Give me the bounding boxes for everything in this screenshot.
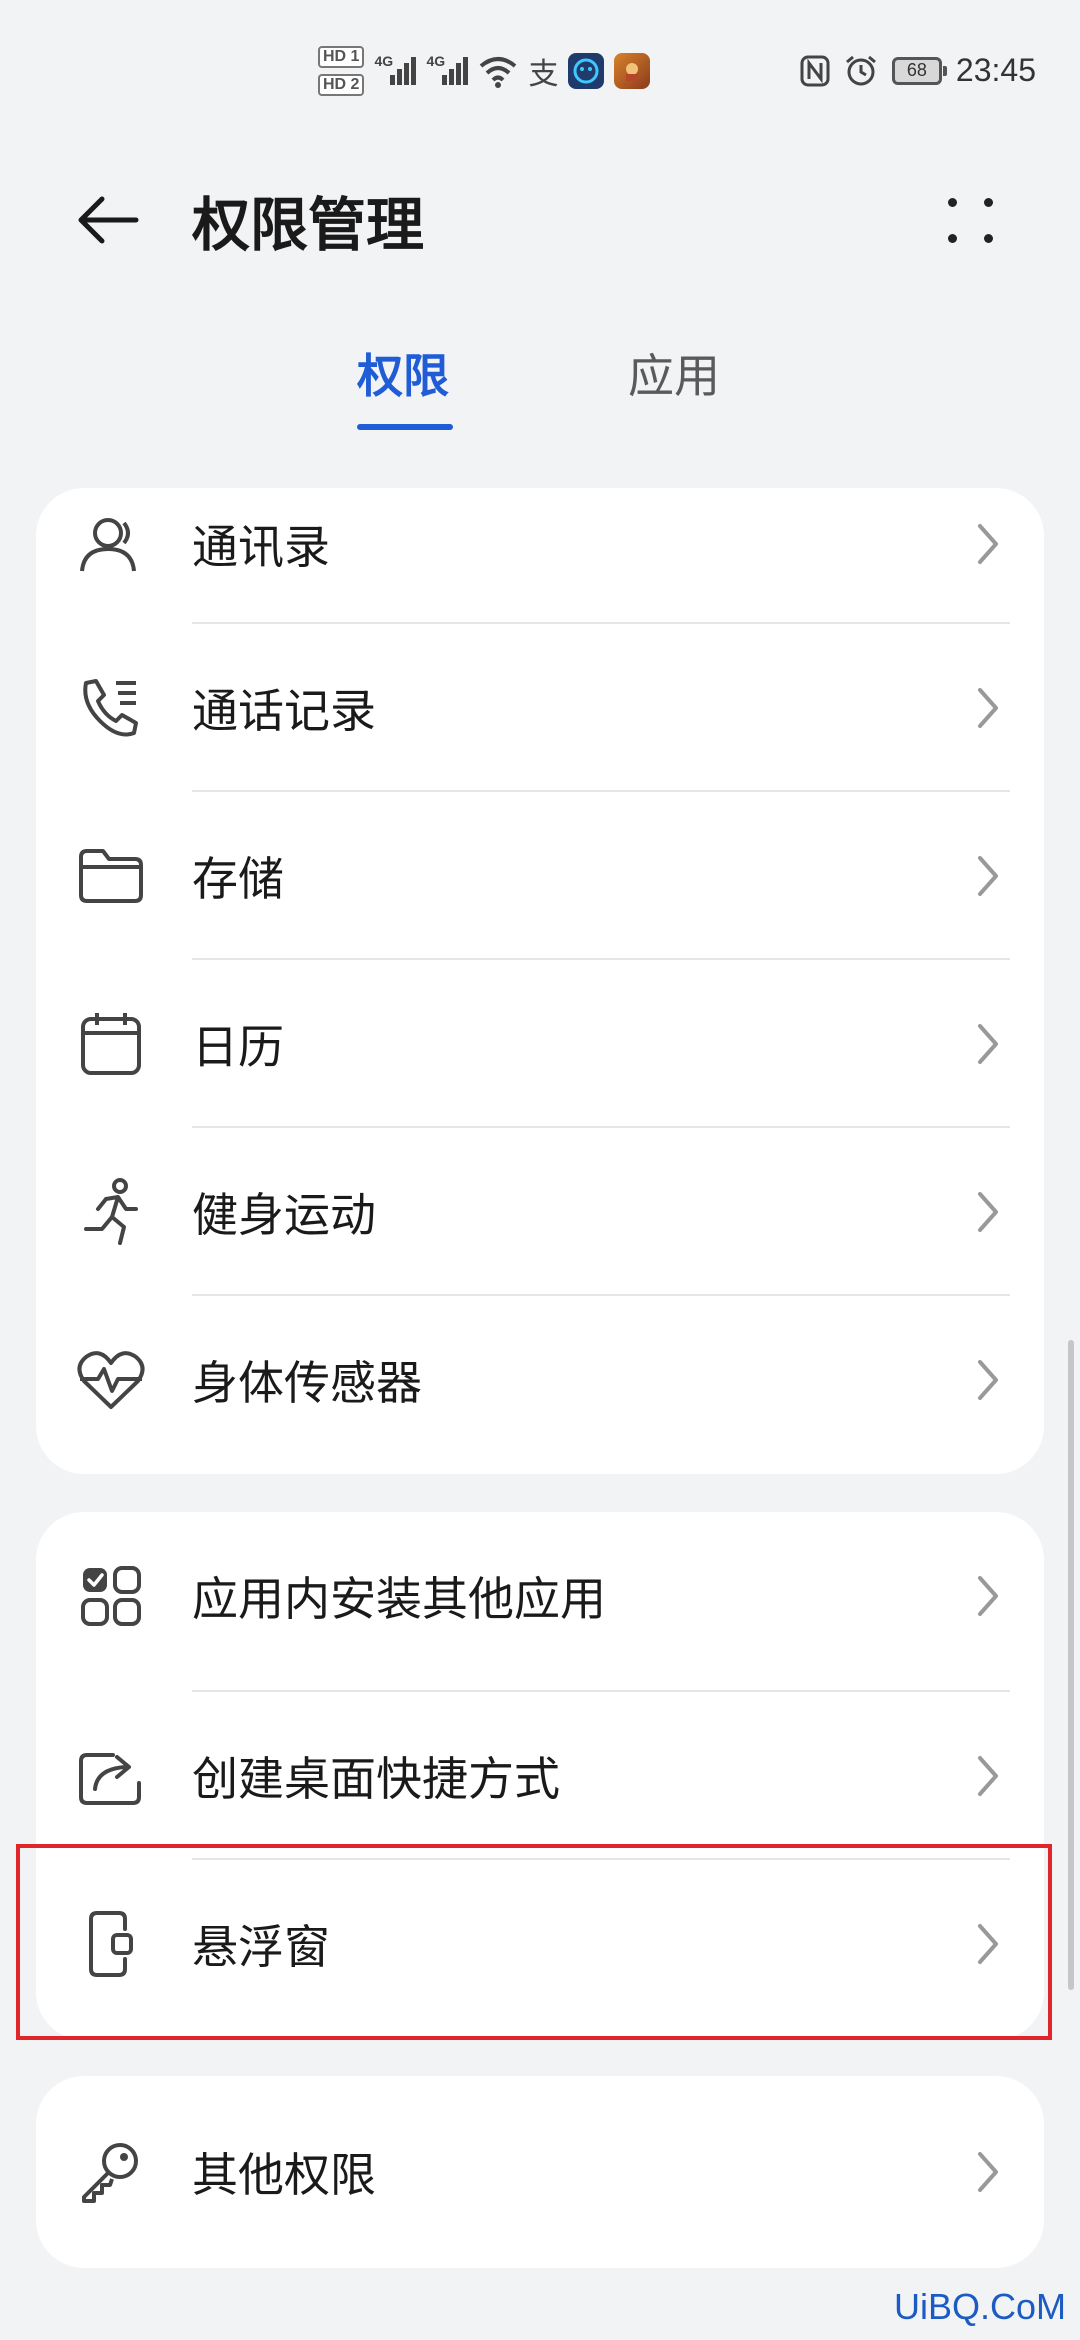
chevron-right-icon xyxy=(978,1756,998,1796)
back-button[interactable] xyxy=(68,180,148,260)
item-label: 悬浮窗 xyxy=(192,1920,330,1974)
item-label: 其他权限 xyxy=(192,2148,376,2202)
chevron-right-icon xyxy=(978,688,998,728)
chevron-right-icon xyxy=(978,1360,998,1400)
sim-indicators: HD 1 HD 2 xyxy=(318,46,365,96)
tab-apps[interactable]: 应用 xyxy=(628,340,720,406)
status-left: HD 1 HD 2 4G 4G 支 xyxy=(318,46,651,96)
permissions-card-3: 其他权限 xyxy=(36,2076,1044,2268)
scrollbar[interactable] xyxy=(1068,1340,1074,1990)
battery-level: 68 xyxy=(906,60,927,80)
arrow-left-icon xyxy=(78,196,139,244)
calendar-icon xyxy=(76,1009,146,1079)
app-notification-icon xyxy=(568,53,605,89)
heart-rate-icon xyxy=(76,1345,146,1415)
call-log-icon xyxy=(76,673,146,743)
item-label: 日历 xyxy=(192,1020,284,1074)
watermark: UiBQ.CoM xyxy=(893,2286,1066,2327)
network2-label: 4G xyxy=(426,53,446,69)
chevron-right-icon xyxy=(978,1024,998,1064)
key-icon xyxy=(76,2137,146,2207)
list-item-body-sensors[interactable]: 身体传感器 xyxy=(36,1296,1044,1464)
network1-label: 4G xyxy=(374,53,394,69)
list-item-install-apps[interactable]: 应用内安装其他应用 xyxy=(36,1512,1044,1680)
status-time: 23:45 xyxy=(955,52,1036,88)
sim1-badge: HD 1 xyxy=(318,46,365,68)
running-icon xyxy=(76,1177,146,1247)
item-label: 通话记录 xyxy=(192,684,376,738)
item-label: 身体传感器 xyxy=(192,1356,422,1410)
signal-icon: 4G xyxy=(374,53,417,85)
list-item-call-log[interactable]: 通话记录 xyxy=(36,624,1044,792)
chevron-right-icon xyxy=(978,1576,998,1616)
item-label: 通讯录 xyxy=(192,520,330,574)
signal-icon: 4G xyxy=(426,53,469,85)
list-item-contacts[interactable]: 通讯录 xyxy=(36,488,1044,600)
tab-permissions[interactable]: 权限 xyxy=(357,340,449,406)
wifi-icon xyxy=(480,57,517,88)
alipay-icon: 支 xyxy=(528,57,559,92)
permissions-card-1: 通讯录 通话记录 存储 日历 健身运动 身体传感器 xyxy=(36,488,1044,1474)
page-title: 权限管理 xyxy=(192,191,425,259)
item-label: 创建桌面快捷方式 xyxy=(192,1752,560,1806)
chevron-right-icon xyxy=(978,2152,998,2192)
list-item-storage[interactable]: 存储 xyxy=(36,792,1044,960)
alarm-icon xyxy=(845,55,876,85)
tab-bar: 权限 应用 xyxy=(0,340,1080,440)
battery-icon: 68 xyxy=(891,56,947,85)
sim2-badge: HD 2 xyxy=(318,74,365,96)
app-header: 权限管理 xyxy=(0,150,1080,280)
status-bar: HD 1 HD 2 4G 4G 支 68 23:45 xyxy=(0,0,1080,150)
item-label: 应用内安装其他应用 xyxy=(192,1572,606,1626)
nfc-icon xyxy=(800,55,830,86)
list-item-other-permissions[interactable]: 其他权限 xyxy=(36,2088,1044,2256)
game-notification-icon xyxy=(614,53,651,89)
contacts-icon xyxy=(76,509,146,579)
status-right: 68 23:45 xyxy=(800,52,1036,89)
folder-icon xyxy=(76,841,146,911)
item-label: 健身运动 xyxy=(192,1188,376,1242)
chevron-right-icon xyxy=(978,856,998,896)
item-label: 存储 xyxy=(192,852,284,906)
list-item-shortcut[interactable]: 创建桌面快捷方式 xyxy=(36,1692,1044,1860)
list-item-fitness[interactable]: 健身运动 xyxy=(36,1128,1044,1296)
shortcut-icon xyxy=(76,1741,146,1811)
chevron-right-icon xyxy=(978,1924,998,1964)
chevron-right-icon xyxy=(978,1192,998,1232)
list-item-floating-window[interactable]: 悬浮窗 xyxy=(36,1860,1044,2028)
active-tab-indicator xyxy=(357,424,453,430)
floating-window-icon xyxy=(76,1909,146,1979)
permissions-card-2: 应用内安装其他应用 创建桌面快捷方式 悬浮窗 xyxy=(36,1512,1044,2040)
chevron-right-icon xyxy=(978,524,998,564)
more-options-button[interactable] xyxy=(930,180,1010,260)
list-item-calendar[interactable]: 日历 xyxy=(36,960,1044,1128)
install-apps-icon xyxy=(76,1561,146,1631)
